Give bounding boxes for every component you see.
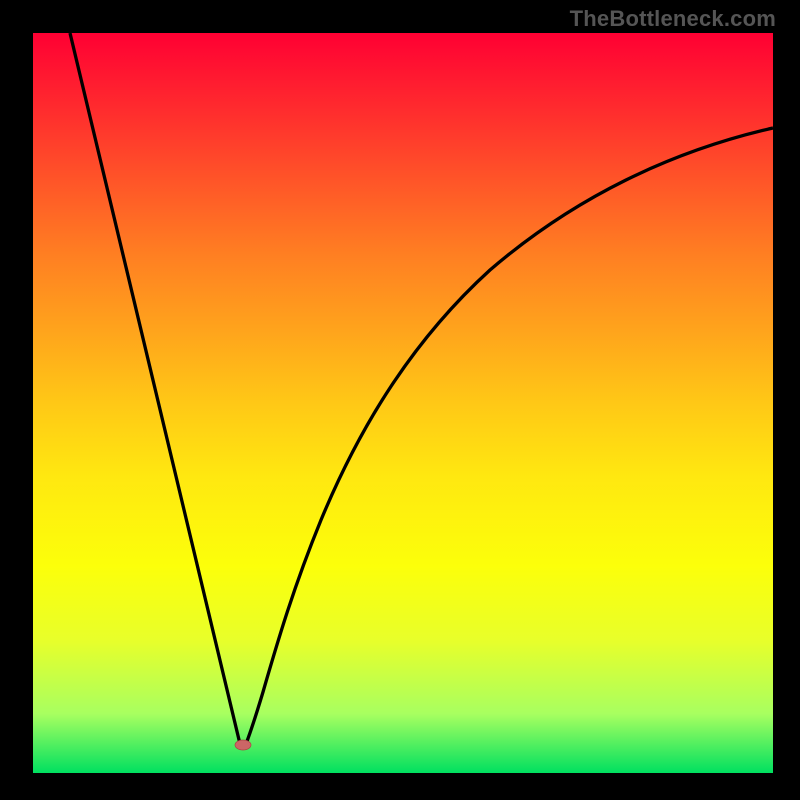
minimum-marker (235, 740, 251, 750)
plot-area (33, 33, 773, 773)
marker-layer (33, 33, 800, 800)
watermark-text: TheBottleneck.com (570, 6, 776, 32)
chart-frame: TheBottleneck.com (0, 0, 800, 800)
